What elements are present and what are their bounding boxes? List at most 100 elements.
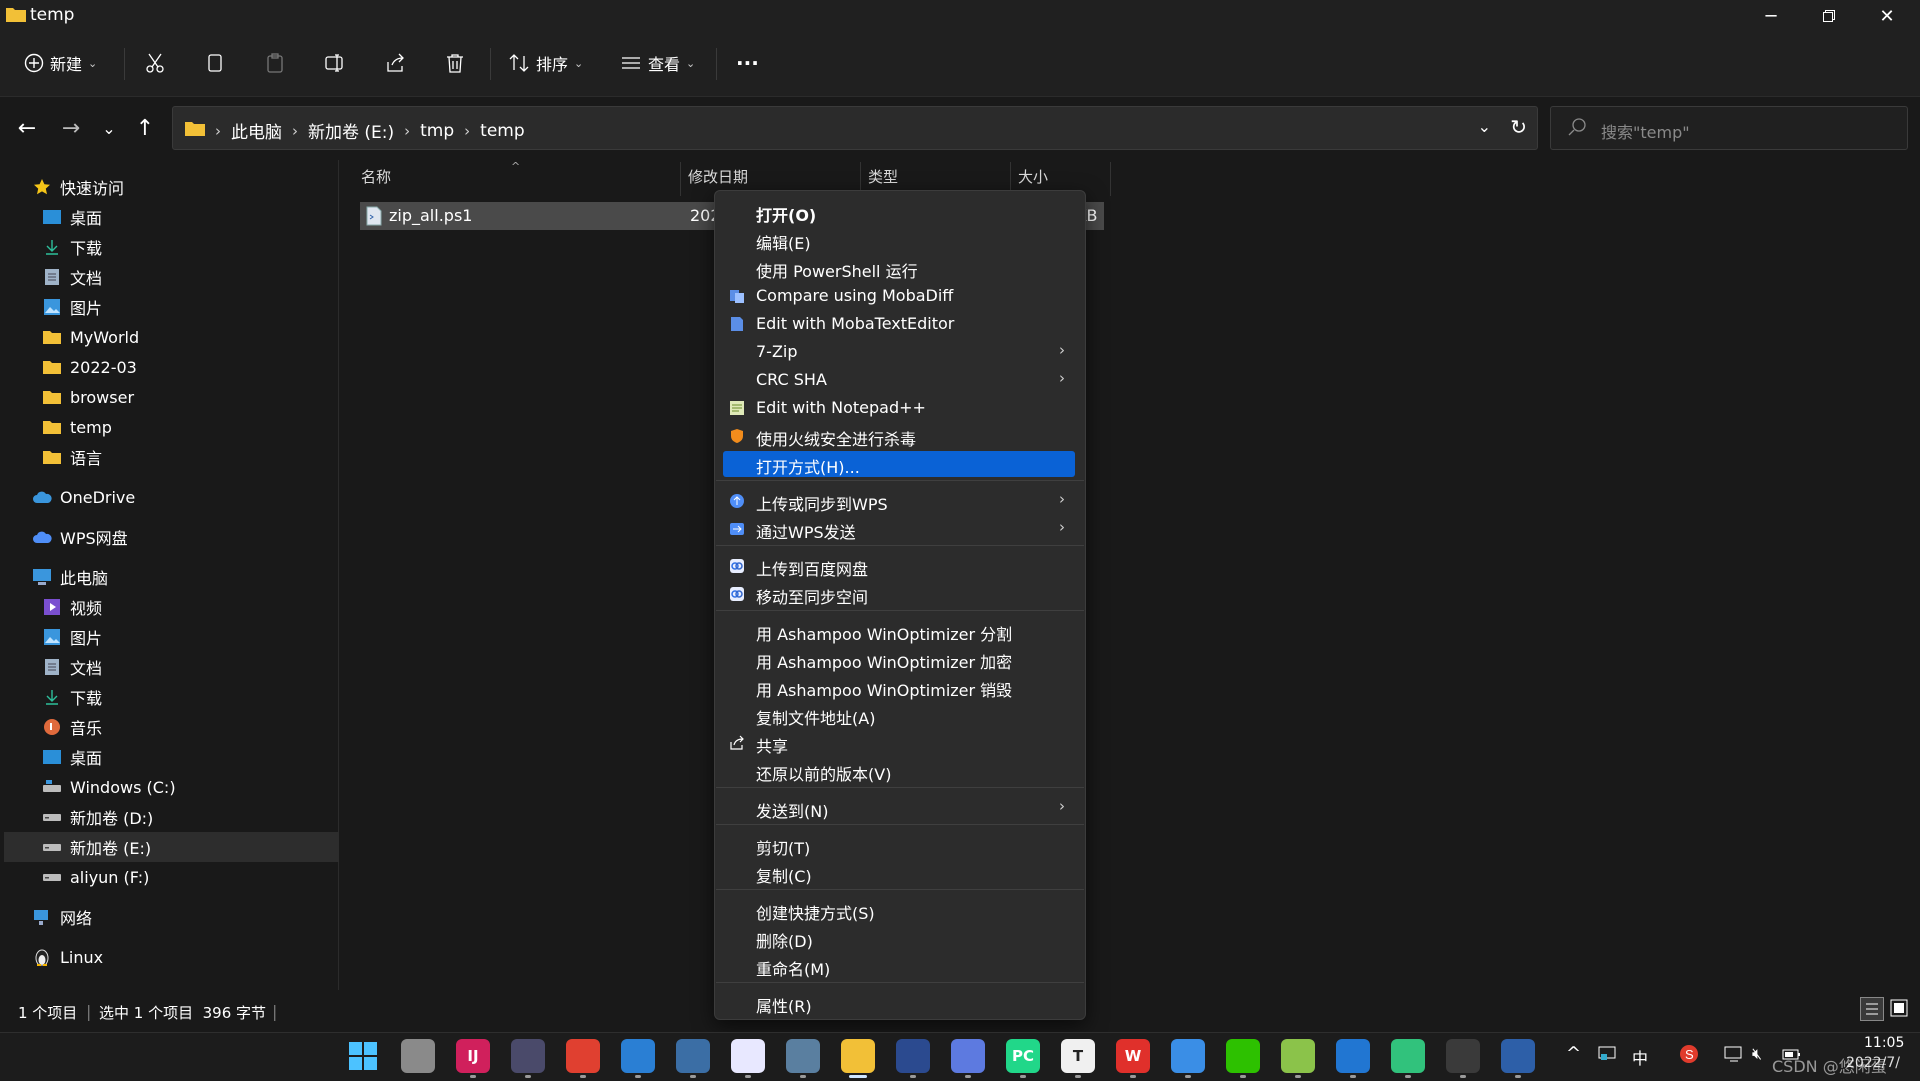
rename-button[interactable] — [324, 44, 346, 82]
network-tray-icon[interactable] — [1598, 1045, 1618, 1067]
address-bar[interactable]: › 此电脑 › 新加卷 (E:) › tmp › temp ⌄ ↻ — [172, 106, 1538, 150]
sidebar-item[interactable]: aliyun (F:) — [0, 862, 378, 892]
context-menu-item[interactable]: 打开方式(H)... — [723, 451, 1075, 477]
sidebar-network[interactable]: 网络 — [0, 902, 368, 932]
sidebar-item[interactable]: 图片 — [0, 622, 378, 652]
context-menu-item[interactable]: 上传到百度网盘 — [723, 553, 1075, 579]
recent-locations-button[interactable]: ⌄ — [92, 111, 126, 145]
context-menu-item[interactable]: 剪切(T) — [723, 832, 1075, 858]
intellij-idea-icon[interactable]: IJ — [456, 1039, 490, 1073]
context-menu-item[interactable]: 上传或同步到WPS › — [723, 488, 1075, 514]
copy-button[interactable] — [204, 44, 226, 82]
refresh-button[interactable]: ↻ — [1510, 115, 1527, 139]
delete-button[interactable] — [444, 44, 466, 82]
breadcrumb-item[interactable]: tmp — [420, 121, 454, 141]
display-tray-icon[interactable] — [1724, 1045, 1744, 1067]
sidebar-item[interactable]: 文档 — [0, 262, 378, 292]
share-button[interactable] — [384, 44, 406, 82]
context-menu-item[interactable]: 共享 — [723, 730, 1075, 756]
sidebar-onedrive[interactable]: OneDrive — [0, 482, 368, 512]
column-header-name[interactable]: 名称 — [361, 166, 391, 187]
sidebar-item[interactable]: 新加卷 (E:) — [4, 832, 374, 862]
column-header-size[interactable]: 大小 — [1018, 166, 1048, 187]
cursor-app-icon[interactable] — [951, 1039, 985, 1073]
context-menu-item[interactable]: Compare using MobaDiff — [723, 283, 1075, 309]
sogou-input-icon[interactable]: S — [1678, 1043, 1700, 1069]
lark-icon[interactable] — [1171, 1039, 1205, 1073]
context-menu-item[interactable]: 复制(C) — [723, 860, 1075, 886]
sidebar-item[interactable]: 文档 — [0, 652, 378, 682]
up-button[interactable]: ↑ — [128, 111, 162, 145]
sidebar-item[interactable]: 音乐 — [0, 712, 378, 742]
sidebar-item[interactable]: 下载 — [0, 682, 378, 712]
breadcrumb-item[interactable]: temp — [480, 121, 524, 141]
column-header-date[interactable]: 修改日期 — [688, 166, 748, 187]
qq-music-icon[interactable] — [1391, 1039, 1425, 1073]
view-button[interactable]: 查看 ⌄ — [620, 44, 695, 82]
show-hidden-icons-button[interactable]: ^ — [1566, 1043, 1581, 1064]
feishu-icon[interactable] — [896, 1039, 930, 1073]
sidebar-item[interactable]: temp — [0, 412, 378, 442]
context-menu-item[interactable]: 用 Ashampoo WinOptimizer 销毁 — [723, 674, 1075, 700]
sidebar-item[interactable]: MyWorld — [0, 322, 378, 352]
sidebar-item[interactable]: 图片 — [0, 292, 378, 322]
chrome-icon[interactable] — [566, 1039, 600, 1073]
image-viewer-icon[interactable] — [786, 1039, 820, 1073]
volume-muted-icon[interactable]: 🔇︎ — [1752, 1044, 1762, 1064]
typora-icon[interactable]: T — [1061, 1039, 1095, 1073]
forward-button[interactable]: → — [54, 111, 88, 145]
context-menu-item[interactable]: 编辑(E) — [723, 227, 1075, 253]
baidu-netdisk-icon[interactable] — [731, 1039, 765, 1073]
context-menu-item[interactable]: 删除(D) — [723, 925, 1075, 951]
context-menu-item[interactable]: 使用 PowerShell 运行 — [723, 255, 1075, 281]
file-explorer-icon[interactable] — [841, 1039, 875, 1073]
wechat-icon[interactable] — [1226, 1039, 1260, 1073]
context-menu-item[interactable]: 移动至同步空间 — [723, 581, 1075, 607]
column-header-type[interactable]: 类型 — [868, 166, 898, 187]
search-input[interactable]: 搜索"temp" — [1550, 106, 1908, 150]
snipping-tool-icon[interactable] — [676, 1039, 710, 1073]
pycharm-icon[interactable]: PC — [1006, 1039, 1040, 1073]
sidebar-item[interactable]: 新加卷 (D:) — [0, 802, 378, 832]
notepadpp-icon[interactable] — [1281, 1039, 1315, 1073]
context-menu-item[interactable]: 使用火绒安全进行杀毒 — [723, 423, 1075, 449]
sidebar-quick-access[interactable]: 快速访问 — [0, 172, 368, 202]
context-menu-item[interactable]: 通过WPS发送 › — [723, 516, 1075, 542]
restore-button[interactable] — [1800, 0, 1858, 32]
back-button[interactable]: ← — [10, 111, 44, 145]
context-menu-item[interactable]: 复制文件地址(A) — [723, 702, 1075, 728]
more-options-button[interactable]: ··· — [736, 44, 759, 82]
sort-button[interactable]: 排序 ⌄ — [508, 44, 583, 82]
edge-dev-icon[interactable] — [1336, 1039, 1370, 1073]
sidebar-this-pc[interactable]: 此电脑 — [0, 562, 368, 592]
ime-indicator[interactable]: 中 — [1632, 1045, 1648, 1069]
context-menu-item[interactable]: 创建快捷方式(S) — [723, 897, 1075, 923]
paste-button[interactable] — [264, 44, 286, 82]
context-menu-item[interactable]: 用 Ashampoo WinOptimizer 加密 — [723, 646, 1075, 672]
sidebar-item[interactable]: 桌面 — [0, 742, 378, 772]
sidebar-wps-drive[interactable]: WPS网盘 — [0, 522, 368, 552]
breadcrumb-item[interactable]: 新加卷 (E:) — [308, 118, 394, 143]
terminal-icon[interactable] — [1446, 1039, 1480, 1073]
sidebar-item[interactable]: 语言 — [0, 442, 378, 472]
context-menu-item[interactable]: 还原以前的版本(V) — [723, 758, 1075, 784]
context-menu-item[interactable]: Edit with Notepad++ — [723, 395, 1075, 421]
context-menu-item[interactable]: 重命名(M) — [723, 953, 1075, 979]
minimize-button[interactable]: ─ — [1742, 0, 1800, 32]
powershell-icon[interactable] — [1501, 1039, 1535, 1073]
details-view-button[interactable] — [1860, 997, 1884, 1021]
photos-icon[interactable] — [621, 1039, 655, 1073]
breadcrumb-item[interactable]: 此电脑 — [231, 118, 282, 143]
context-menu-item[interactable]: 用 Ashampoo WinOptimizer 分割 — [723, 618, 1075, 644]
sidebar-item[interactable]: Windows (C:) — [0, 772, 378, 802]
password-manager-icon[interactable] — [511, 1039, 545, 1073]
context-menu-item[interactable]: Edit with MobaTextEditor — [723, 311, 1075, 337]
sidebar-linux[interactable]: Linux — [0, 942, 368, 972]
sidebar-item[interactable]: 2022-03 — [0, 352, 378, 382]
sidebar-item[interactable]: 桌面 — [0, 202, 378, 232]
clock-time[interactable]: 11:05 — [1864, 1035, 1904, 1051]
close-button[interactable]: ✕ — [1858, 0, 1916, 32]
windows-start-icon[interactable] — [346, 1039, 380, 1073]
context-menu-item[interactable]: 发送到(N) › — [723, 795, 1075, 821]
context-menu-item[interactable]: CRC SHA › — [723, 367, 1075, 393]
